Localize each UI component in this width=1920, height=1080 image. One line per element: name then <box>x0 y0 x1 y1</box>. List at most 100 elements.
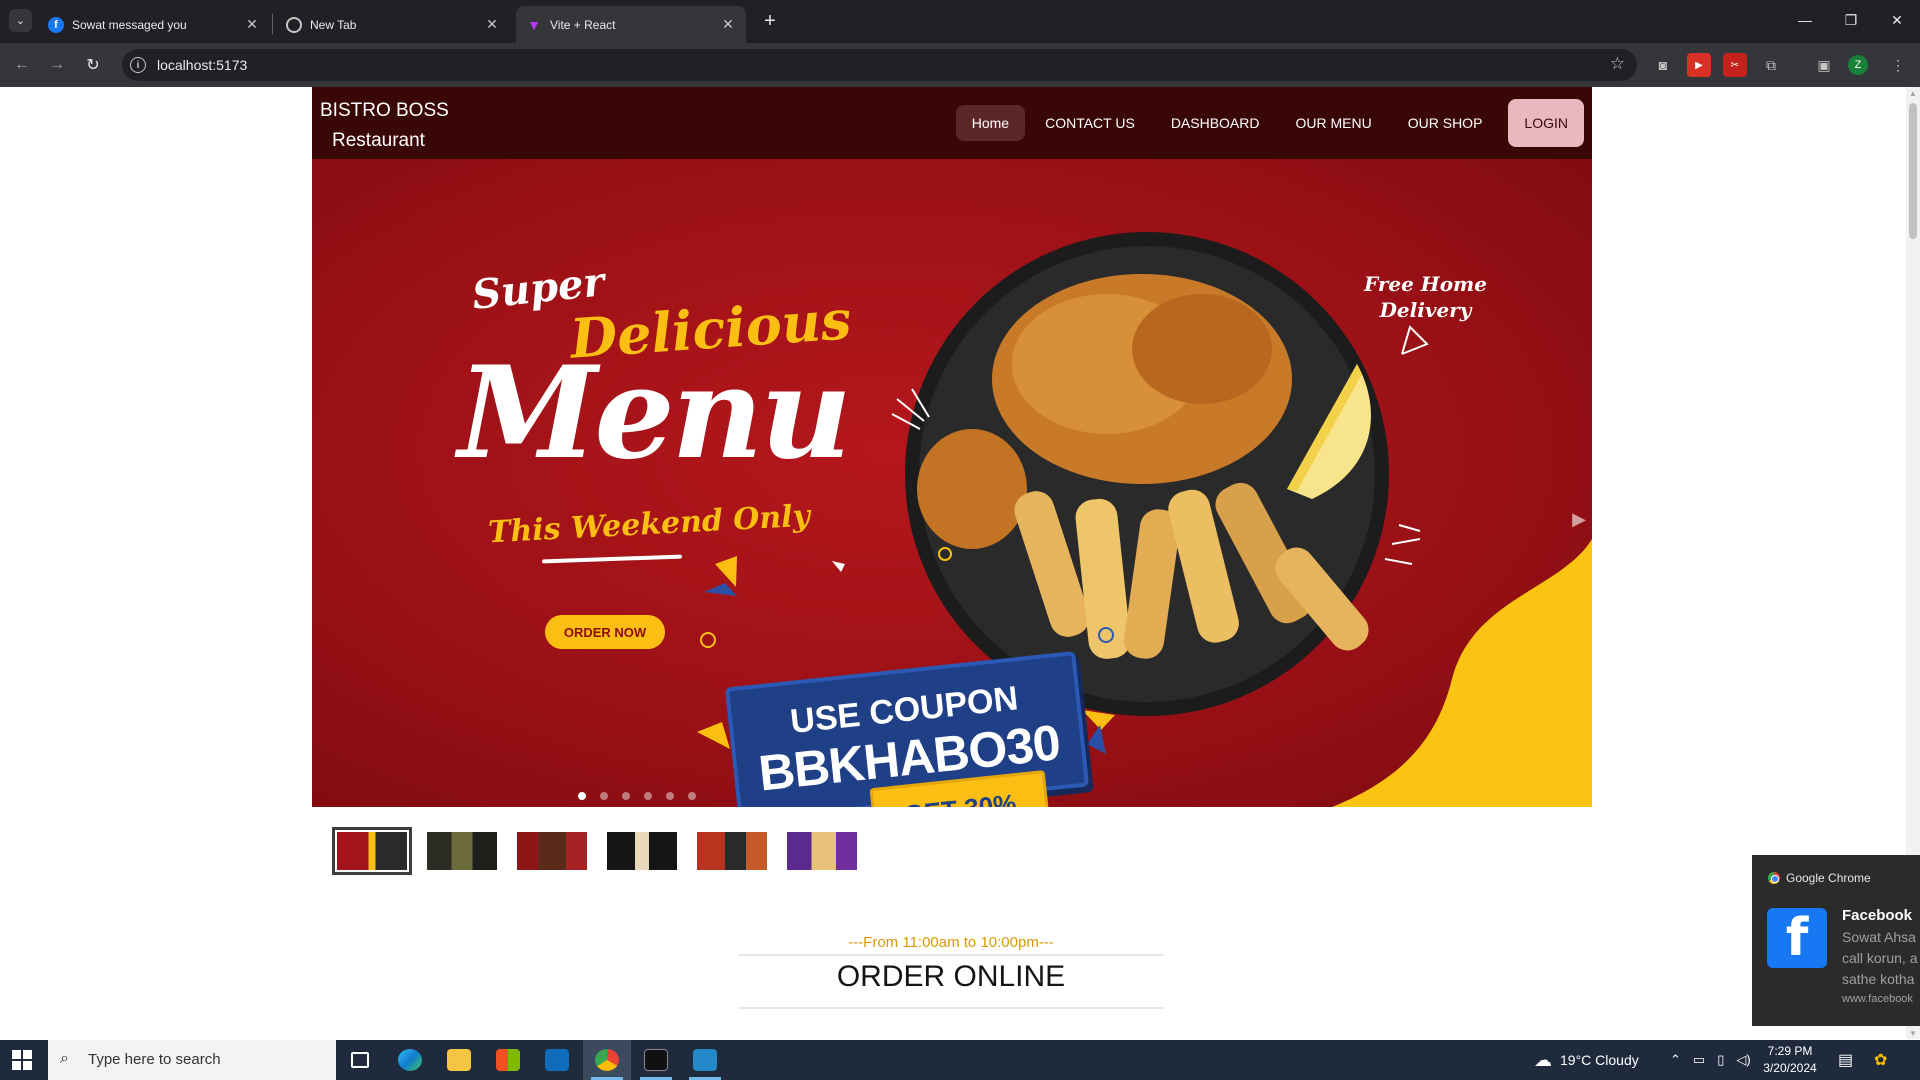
scroll-up-arrow-icon[interactable]: ▲ <box>1909 89 1917 98</box>
scroll-down-arrow-icon[interactable]: ▼ <box>1909 1029 1917 1038</box>
site-navbar: BISTRO BOSS Restaurant Home CONTACT US D… <box>312 87 1592 159</box>
nav-dashboard[interactable]: DASHBOARD <box>1155 105 1276 141</box>
screenshot-extension-icon[interactable]: ✂ <box>1723 53 1747 77</box>
notification-line: sathe kotha <box>1842 971 1915 987</box>
tab-search-button[interactable]: ⌄ <box>9 9 32 32</box>
network-icon[interactable]: ▯ <box>1717 1052 1724 1068</box>
facebook-icon: f <box>1767 908 1827 968</box>
notification-app-name: Google Chrome <box>1786 871 1871 885</box>
carousel-dot[interactable] <box>644 792 652 800</box>
carousel-next-arrow-icon[interactable]: ▶ <box>1572 509 1586 530</box>
reload-icon[interactable]: ↻ <box>81 53 105 77</box>
nav-our-shop[interactable]: OUR SHOP <box>1392 105 1499 141</box>
vscode-icon[interactable] <box>681 1040 729 1080</box>
close-tab-icon[interactable]: ✕ <box>720 16 736 33</box>
action-center-icon[interactable]: ▤ <box>1838 1040 1853 1080</box>
tab-title: Sowat messaged you <box>72 17 187 32</box>
notification-line: Sowat Ahsa <box>1842 929 1916 945</box>
site-info-icon[interactable]: i <box>130 57 146 73</box>
close-tab-icon[interactable]: ✕ <box>484 16 500 33</box>
carousel-dot[interactable] <box>622 792 630 800</box>
taskbar-clock[interactable]: 7:29 PM 3/20/2024 <box>1760 1043 1820 1077</box>
extensions-puzzle-icon[interactable]: ⧉ <box>1759 53 1783 77</box>
show-hidden-icons-icon[interactable]: ⌃ <box>1670 1052 1681 1068</box>
nav-contact-us[interactable]: CONTACT US <box>1029 105 1151 141</box>
tab-title: New Tab <box>310 17 357 32</box>
carousel-dot[interactable] <box>666 792 674 800</box>
windows-taskbar: ⌕ Type here to search ☁ 19°C Cloudy ⌃ ▭ … <box>0 1040 1920 1080</box>
task-view-icon[interactable] <box>336 1040 384 1080</box>
chrome-icon <box>286 16 302 33</box>
volume-icon[interactable]: ◁) <box>1736 1052 1750 1068</box>
microsoft-store-icon[interactable] <box>484 1040 532 1080</box>
scroll-thumb[interactable] <box>1909 103 1917 239</box>
main-menu: Home CONTACT US DASHBOARD OUR MENU OUR S… <box>955 99 1584 147</box>
nav-home[interactable]: Home <box>955 105 1026 141</box>
nav-our-menu[interactable]: OUR MENU <box>1280 105 1388 141</box>
facebook-icon: f <box>48 16 64 33</box>
more-menu-icon[interactable]: ⋮ <box>1886 53 1910 77</box>
banner-headline-menu: Menu <box>458 339 852 487</box>
thumbnail-slide-6[interactable] <box>782 827 862 875</box>
windows-start-icon[interactable] <box>12 1050 32 1070</box>
thumbnail-slide-1[interactable] <box>332 827 412 875</box>
thumbnail-slide-5[interactable] <box>692 827 772 875</box>
carousel-dots <box>578 792 696 800</box>
discount-text: GET 30% OFF <box>874 785 1050 807</box>
browser-tab-strip: ⌄ f Sowat messaged you ✕ New Tab ✕ ▼ Vit… <box>0 0 1920 43</box>
thumbnail-slide-4[interactable] <box>602 827 682 875</box>
meet-now-icon[interactable]: ▭ <box>1693 1052 1705 1068</box>
address-bar[interactable]: i localhost:5173 ☆ <box>122 49 1637 81</box>
hero-carousel-slide[interactable]: Super Delicious Menu This Weekend Only O… <box>312 159 1592 807</box>
notification-body: Sowat Ahsa call korun, a sathe kotha <box>1842 927 1920 990</box>
tab-vite-react[interactable]: ▼ Vite + React ✕ <box>516 6 746 43</box>
tab-new-tab[interactable]: New Tab ✕ <box>276 6 510 43</box>
carousel-dot[interactable] <box>600 792 608 800</box>
tab-facebook[interactable]: f Sowat messaged you ✕ <box>38 6 270 43</box>
thumbnail-slide-3[interactable] <box>512 827 592 875</box>
order-now-button[interactable]: ORDER NOW <box>545 615 665 649</box>
cloudy-weather-icon: ☁ <box>1534 1049 1552 1070</box>
carousel-dot[interactable] <box>688 792 696 800</box>
back-arrow-icon[interactable]: ← <box>10 53 34 77</box>
chrome-taskbar-icon[interactable] <box>583 1040 631 1080</box>
restore-icon[interactable]: ❐ <box>1836 8 1866 32</box>
section-title: ORDER ONLINE <box>836 960 1066 993</box>
youtube-extension-icon[interactable]: ▶ <box>1687 53 1711 77</box>
carousel-dot[interactable] <box>578 792 586 800</box>
clock-date: 3/20/2024 <box>1763 1061 1817 1075</box>
weather-widget[interactable]: ☁ 19°C Cloudy <box>1534 1040 1639 1080</box>
free-delivery-line2: Delivery <box>1379 298 1472 322</box>
url-text[interactable]: localhost:5173 <box>157 57 247 73</box>
weather-text: 19°C Cloudy <box>1560 1052 1639 1068</box>
brand-subtitle: Restaurant <box>332 130 425 151</box>
minimize-icon[interactable]: — <box>1790 8 1820 32</box>
system-tray: ⌃ ▭ ▯ ◁) <box>1670 1040 1751 1080</box>
heading-divider-bottom <box>738 1007 1164 1009</box>
copilot-icon[interactable]: ✿ <box>1874 1040 1887 1080</box>
profile-avatar[interactable]: Z <box>1848 55 1868 75</box>
brand-logo[interactable]: BISTRO BOSS Restaurant <box>320 96 449 156</box>
edge-icon[interactable] <box>386 1040 434 1080</box>
forward-arrow-icon[interactable]: → <box>45 53 69 77</box>
bookmark-star-icon[interactable]: ☆ <box>1610 54 1625 74</box>
chrome-icon <box>1768 872 1780 884</box>
chrome-notification[interactable]: Google Chrome f Facebook Sowat Ahsa call… <box>1752 855 1920 1026</box>
close-tab-icon[interactable]: ✕ <box>244 16 260 33</box>
search-icon: ⌕ <box>60 1050 69 1067</box>
mail-icon[interactable] <box>533 1040 581 1080</box>
login-button[interactable]: LOGIN <box>1508 99 1584 147</box>
new-tab-plus-icon[interactable]: + <box>758 9 782 33</box>
camera-extension-icon[interactable]: ◙ <box>1651 53 1675 77</box>
thumbnail-slide-2[interactable] <box>422 827 502 875</box>
close-window-icon[interactable]: ✕ <box>1882 8 1912 32</box>
free-delivery-label: Free Home Delivery <box>1364 271 1487 323</box>
terminal-icon[interactable] <box>632 1040 680 1080</box>
notification-header: Google Chrome <box>1768 871 1871 885</box>
file-explorer-icon[interactable] <box>435 1040 483 1080</box>
taskbar-search-box[interactable]: ⌕ Type here to search <box>48 1040 336 1080</box>
tab-separator <box>272 14 273 34</box>
heading-divider-top <box>738 954 1164 956</box>
search-placeholder: Type here to search <box>88 1051 221 1068</box>
side-panel-icon[interactable]: ▣ <box>1812 53 1836 77</box>
